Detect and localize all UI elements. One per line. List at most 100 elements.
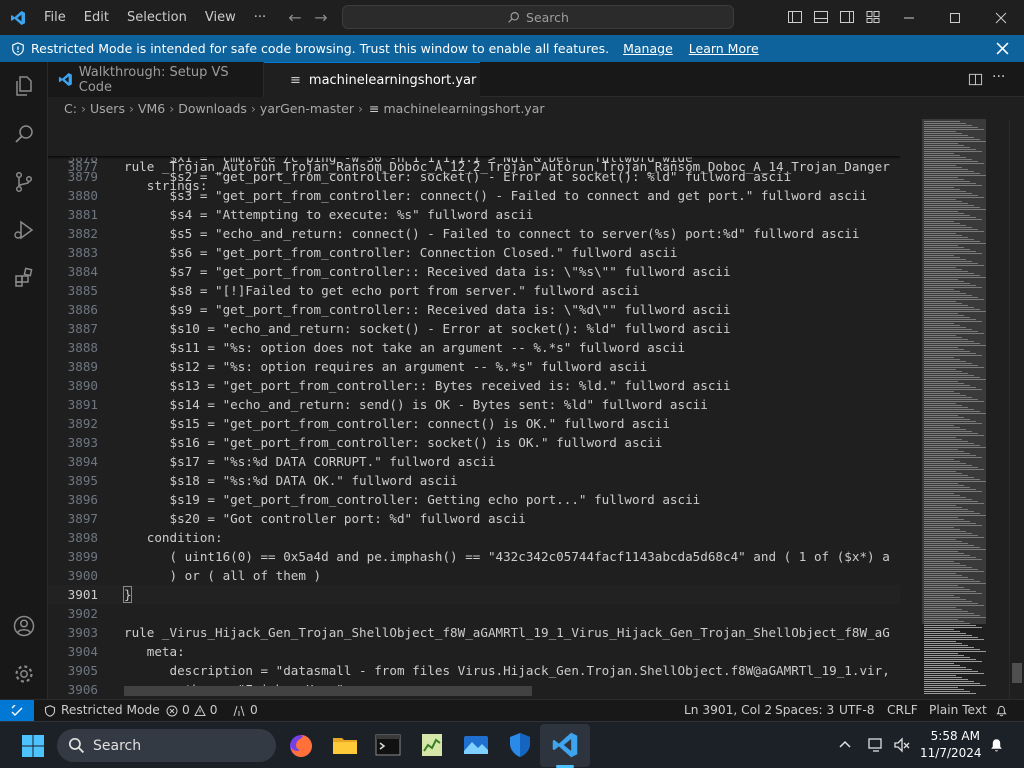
code-line[interactable]: 3897 $s20 = "Got controller port: %d" fu… bbox=[48, 509, 900, 528]
code-line[interactable]: 3890 $s13 = "get_port_from_controller:: … bbox=[48, 376, 900, 395]
code-line[interactable]: 3896 $s19 = "get_port_from_controller: G… bbox=[48, 490, 900, 509]
volume-muted-icon[interactable] bbox=[893, 736, 911, 754]
run-and-debug-icon[interactable] bbox=[0, 206, 48, 254]
problems-indicator[interactable]: 0 0 bbox=[166, 700, 218, 721]
code-line[interactable]: 3887 $s10 = "echo_and_return: socket() -… bbox=[48, 319, 900, 338]
notifications-bell-icon[interactable] bbox=[995, 704, 1008, 717]
accounts-icon[interactable] bbox=[0, 602, 48, 650]
forward-arrow-icon[interactable]: → bbox=[308, 8, 334, 27]
remote-indicator[interactable] bbox=[0, 700, 34, 721]
code-editor[interactable]: 3878 $x1 = "cmd.exe /c ping -w 30 -n 1 1… bbox=[48, 119, 1024, 699]
breadcrumb-item[interactable]: C: bbox=[64, 101, 77, 116]
photos-app-icon[interactable] bbox=[462, 731, 490, 759]
code-line[interactable]: 3885 $s8 = "[!]Failed to get echo port f… bbox=[48, 281, 900, 300]
split-editor-icon[interactable] bbox=[968, 72, 983, 87]
code-line[interactable]: 3891 $s14 = "echo_and_return: send() is … bbox=[48, 395, 900, 414]
command-center-search[interactable]: Search bbox=[342, 5, 734, 29]
encoding[interactable]: UTF-8 bbox=[839, 700, 875, 721]
manage-link[interactable]: Manage bbox=[623, 41, 673, 56]
more-actions-icon[interactable]: ··· bbox=[992, 69, 1005, 85]
language-mode[interactable]: Plain Text bbox=[929, 700, 987, 721]
tab-machinelearningshort[interactable]: ≡ machinelearningshort.yar bbox=[264, 62, 480, 97]
code-line[interactable]: 3883 $s6 = "get_port_from_controller: Co… bbox=[48, 243, 900, 262]
task-manager-icon[interactable] bbox=[418, 731, 446, 759]
vscode-taskbar-icon[interactable] bbox=[551, 731, 579, 759]
indentation[interactable]: Spaces: 3 bbox=[775, 700, 834, 721]
code-line[interactable]: 3899 ( uint16(0) == 0x5a4d and pe.imphas… bbox=[48, 547, 900, 566]
chevron-up-icon[interactable] bbox=[838, 738, 852, 752]
scrollbar-thumb[interactable] bbox=[1012, 663, 1022, 683]
code-line[interactable]: 3898 condition: bbox=[48, 528, 900, 547]
maximize-button[interactable] bbox=[932, 0, 978, 35]
vertical-scrollbar[interactable] bbox=[1009, 119, 1023, 699]
code-line[interactable]: 3889 $s12 = "%s: option requires an argu… bbox=[48, 357, 900, 376]
minimize-button[interactable] bbox=[886, 0, 932, 35]
toggle-secondary-sidebar-icon[interactable] bbox=[839, 9, 855, 25]
breadcrumb-item[interactable]: VM6 bbox=[138, 101, 165, 116]
code-line[interactable]: 3895 $s18 = "%s:%d DATA OK." fullword as… bbox=[48, 471, 900, 490]
code-line[interactable]: 3882 $s5 = "echo_and_return: connect() -… bbox=[48, 224, 900, 243]
line-number: 3895 bbox=[67, 473, 98, 488]
code-line[interactable]: 3888 $s11 = "%s: option does not take an… bbox=[48, 338, 900, 357]
code-line[interactable]: 3901} bbox=[48, 585, 900, 604]
minimap-line bbox=[924, 213, 964, 214]
toggle-panel-icon[interactable] bbox=[813, 9, 829, 25]
minimap[interactable] bbox=[916, 119, 992, 699]
restricted-mode-indicator[interactable]: Restricted Mode bbox=[44, 700, 160, 721]
notification-bell-icon[interactable] bbox=[988, 736, 1005, 753]
minimap-line bbox=[924, 365, 978, 366]
code-line[interactable]: 3886 $s9 = "get_port_from_controller:: R… bbox=[48, 300, 900, 319]
toggle-primary-sidebar-icon[interactable] bbox=[787, 9, 803, 25]
menu-edit[interactable]: Edit bbox=[75, 0, 118, 35]
code-line[interactable]: 3902 bbox=[48, 604, 900, 623]
minimap-line bbox=[924, 171, 974, 172]
minimap-line bbox=[924, 251, 976, 252]
code-line[interactable]: 3894 $s17 = "%s:%d DATA CORRUPT." fullwo… bbox=[48, 452, 900, 471]
back-arrow-icon[interactable]: ← bbox=[282, 8, 308, 27]
code-line[interactable]: 3904 meta: bbox=[48, 642, 900, 661]
code-line[interactable]: 3903 rule _Virus_Hijack_Gen_Trojan_ShellO… bbox=[48, 623, 900, 642]
search-view-icon[interactable] bbox=[0, 110, 48, 158]
close-banner-icon[interactable] bbox=[996, 42, 1009, 55]
network-icon[interactable] bbox=[867, 736, 885, 754]
code-line[interactable]: 3905 description = "datasmall - from fil… bbox=[48, 661, 900, 680]
code-line[interactable]: 3881 $s4 = "Attempting to execute: %s" f… bbox=[48, 205, 900, 224]
menu-file[interactable]: File bbox=[35, 0, 75, 35]
minimap-line bbox=[924, 493, 954, 494]
horizontal-scrollbar-thumb[interactable] bbox=[124, 686, 532, 696]
terminal-icon[interactable] bbox=[374, 731, 402, 759]
breadcrumb-item[interactable]: Downloads bbox=[178, 101, 247, 116]
source-control-icon[interactable] bbox=[0, 158, 48, 206]
extensions-icon[interactable] bbox=[0, 254, 48, 302]
taskbar-search[interactable]: Search bbox=[57, 729, 276, 762]
settings-gear-icon[interactable] bbox=[0, 650, 48, 698]
code-line[interactable]: 3892 $s15 = "get_port_from_controller: c… bbox=[48, 414, 900, 433]
sticky-scroll-line[interactable]: 3422 rule _Trojan_Autorun_Trojan_Ransom_… bbox=[48, 119, 900, 174]
breadcrumb-item[interactable]: yarGen-master bbox=[260, 101, 354, 116]
ports-indicator[interactable]: 0 bbox=[233, 700, 258, 721]
windows-security-icon[interactable] bbox=[506, 731, 534, 759]
customize-layout-icon[interactable] bbox=[865, 9, 881, 25]
code-line[interactable]: 3900 ) or ( all of them ) bbox=[48, 566, 900, 585]
sticky-scroll-line[interactable]: 3877 strings: bbox=[48, 138, 900, 193]
menu-selection[interactable]: Selection bbox=[118, 0, 196, 35]
windows-start-icon[interactable] bbox=[21, 734, 45, 758]
minimap-line bbox=[924, 211, 958, 212]
end-of-line[interactable]: CRLF bbox=[887, 700, 918, 721]
file-explorer-icon[interactable] bbox=[331, 731, 359, 759]
explorer-icon[interactable] bbox=[0, 62, 48, 110]
tab-walkthrough[interactable]: Walkthrough: Setup VS Code bbox=[48, 62, 264, 97]
cursor-position[interactable]: Ln 3901, Col 2 bbox=[684, 700, 772, 721]
minimap-line bbox=[924, 665, 960, 666]
code-line[interactable]: 3893 $s16 = "get_port_from_controller: s… bbox=[48, 433, 900, 452]
close-window-button[interactable] bbox=[978, 0, 1024, 35]
more-menu-button[interactable]: ··· bbox=[245, 0, 275, 35]
learn-more-link[interactable]: Learn More bbox=[689, 41, 759, 56]
firefox-icon[interactable] bbox=[287, 731, 315, 759]
breadcrumb-item[interactable]: Users bbox=[90, 101, 125, 116]
breadcrumb-item[interactable]: machinelearningshort.yar bbox=[384, 101, 545, 116]
minimap-line bbox=[924, 603, 978, 604]
menu-view[interactable]: View bbox=[196, 0, 245, 35]
clock[interactable]: 5:58 AM 11/7/2024 bbox=[920, 728, 982, 762]
code-line[interactable]: 3884 $s7 = "get_port_from_controller:: R… bbox=[48, 262, 900, 281]
